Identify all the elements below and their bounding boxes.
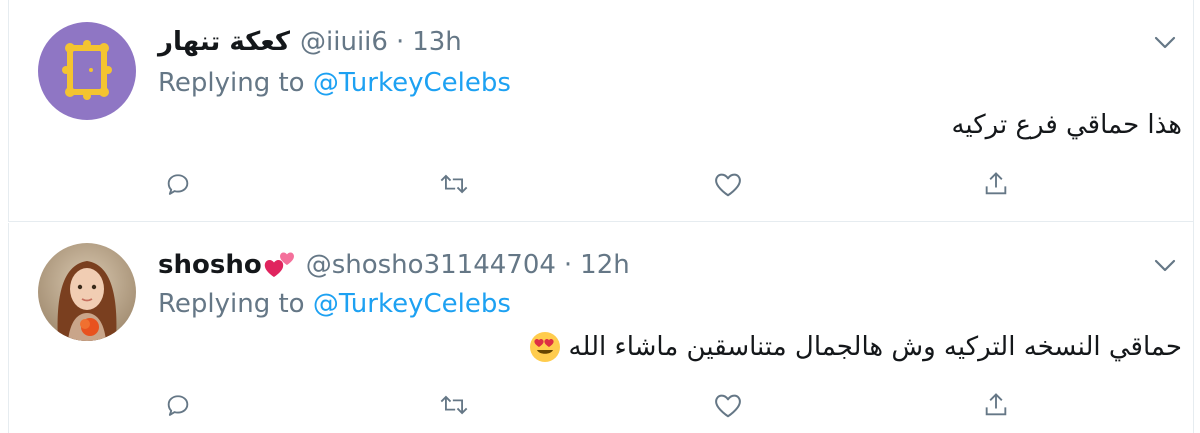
display-name[interactable]: كعكة تنهار (158, 27, 290, 57)
heart-eyes-emoji-icon (529, 331, 561, 363)
avatar[interactable] (38, 22, 136, 120)
like-icon[interactable] (708, 385, 748, 425)
frame-logo-avatar-image (38, 22, 136, 120)
replying-handle-link[interactable]: @TurkeyCelebs (313, 68, 511, 98)
tweet-actions (158, 385, 1018, 425)
share-icon[interactable] (976, 164, 1016, 204)
replying-handle-link[interactable]: @TurkeyCelebs (313, 289, 511, 319)
user-handle[interactable]: @shosho31144704 (306, 250, 556, 280)
girl-photo-avatar-image (38, 243, 136, 341)
retweet-icon[interactable] (434, 385, 474, 425)
replying-prefix: Replying to (158, 289, 305, 319)
separator-dot: · (395, 27, 405, 57)
separator-dot: · (563, 250, 573, 280)
replying-to: Replying to @TurkeyCelebs (158, 289, 511, 319)
replying-to: Replying to @TurkeyCelebs (158, 68, 511, 98)
user-handle[interactable]: @iiuii6 (300, 27, 388, 57)
chevron-down-icon[interactable] (1150, 28, 1180, 58)
reply-icon[interactable] (158, 164, 198, 204)
tweet-text: هذا حماقي فرع تركيه (951, 110, 1182, 140)
tweet-text-content: حماقي النسخه التركيه وش هالجمال متناسقين… (568, 332, 1182, 362)
share-icon[interactable] (976, 385, 1016, 425)
timestamp[interactable]: 12h (580, 250, 630, 280)
retweet-icon[interactable] (434, 164, 474, 204)
chevron-down-icon[interactable] (1150, 251, 1180, 281)
display-name[interactable]: shosho (158, 250, 262, 280)
like-icon[interactable] (708, 164, 748, 204)
tweet-text: حماقي النسخه التركيه وش هالجمال متناسقين… (529, 331, 1182, 363)
tweet-text-content: هذا حماقي فرع تركيه (951, 110, 1182, 140)
avatar[interactable] (38, 243, 136, 341)
tweet-header: shosho @shosho31144704 · 12h (158, 247, 630, 283)
reply-icon[interactable] (158, 385, 198, 425)
two-hearts-emoji-icon (264, 250, 296, 280)
tweet[interactable]: كعكة تنهار @iiuii6 · 13h Replying to @Tu… (8, 0, 1194, 222)
tweet-feed: كعكة تنهار @iiuii6 · 13h Replying to @Tu… (0, 0, 1200, 433)
tweet-actions (158, 164, 1018, 204)
replying-prefix: Replying to (158, 68, 305, 98)
tweet[interactable]: shosho @shosho31144704 · 12h Replying to… (8, 223, 1194, 433)
timestamp[interactable]: 13h (412, 27, 462, 57)
tweet-header: كعكة تنهار @iiuii6 · 13h (158, 24, 462, 60)
